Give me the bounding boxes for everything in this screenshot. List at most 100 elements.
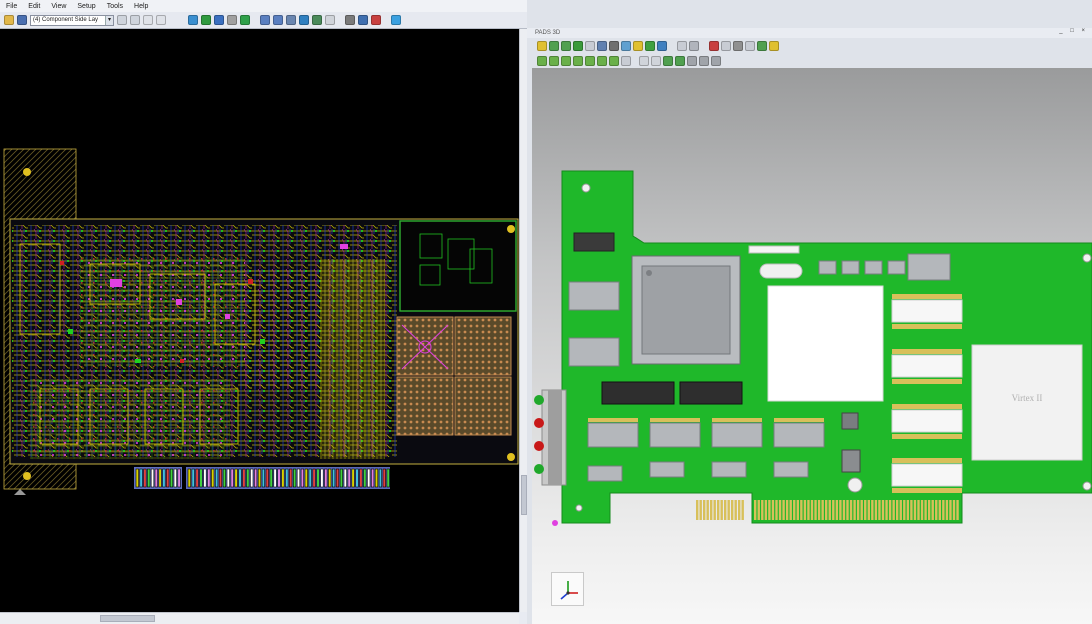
gold-finger (720, 500, 723, 520)
fit-icon[interactable] (585, 40, 595, 51)
highlight-icon[interactable] (371, 15, 381, 25)
view-front-icon[interactable] (561, 55, 571, 66)
3d-viewport[interactable]: Virtex II (532, 68, 1092, 624)
select-icon[interactable] (214, 15, 224, 25)
view-bottom-icon[interactable] (549, 55, 559, 66)
export-icon[interactable] (597, 40, 607, 51)
pcb-layout-canvas[interactable] (0, 29, 519, 612)
edge-finger-pad (218, 468, 223, 488)
view-fit-icon[interactable] (621, 55, 631, 66)
edge-finger-pad (273, 468, 277, 488)
edge-finger-pad (226, 468, 230, 488)
print-icon[interactable] (609, 40, 619, 51)
settings-icon[interactable] (299, 15, 309, 25)
refresh-icon[interactable] (240, 15, 250, 25)
view-top-icon[interactable] (537, 55, 547, 66)
undo-arrow-icon[interactable] (260, 15, 270, 25)
plane-icon[interactable] (312, 15, 322, 25)
view-back-icon[interactable] (573, 55, 583, 66)
next-icon[interactable] (561, 40, 571, 51)
measure-icon[interactable] (227, 15, 237, 25)
menu-file[interactable]: File (6, 3, 17, 10)
edge-finger-pad (169, 468, 174, 488)
view-right-icon[interactable] (597, 55, 607, 66)
gold-finger (952, 500, 956, 520)
view-iso-icon[interactable] (609, 55, 619, 66)
window-controls[interactable]: _ □ × (1059, 28, 1088, 34)
edge-finger-pad (211, 468, 215, 488)
pan-icon[interactable] (645, 40, 655, 51)
gold-finger (793, 500, 796, 520)
paste-icon[interactable] (130, 15, 140, 25)
home-icon[interactable] (537, 40, 547, 51)
gold-finger (771, 500, 775, 520)
edge-finger-pad (386, 468, 390, 488)
filter-icon[interactable] (633, 40, 643, 51)
light-icon[interactable] (733, 40, 743, 51)
gold-finger (761, 500, 764, 520)
edge-finger-pad (331, 468, 336, 488)
gold-finger (699, 500, 702, 520)
find-icon[interactable] (345, 15, 355, 25)
menu-view[interactable]: View (51, 3, 66, 10)
gold-finger (717, 500, 720, 520)
snapshot-icon[interactable] (689, 40, 699, 51)
section-icon[interactable] (721, 40, 731, 51)
edge-finger-pad (139, 468, 143, 488)
rule-icon[interactable] (325, 15, 335, 25)
menu-help[interactable]: Help (134, 3, 148, 10)
edge-finger-pad (347, 468, 351, 488)
rotate-icon[interactable] (677, 40, 687, 51)
light-bulb-icon[interactable] (769, 40, 779, 51)
undo-icon[interactable] (143, 15, 153, 25)
highlight-icon[interactable] (687, 55, 697, 66)
gold-finger (782, 500, 785, 520)
edge-finger-pad (378, 468, 383, 488)
menu-bar: File Edit View Setup Tools Help (0, 0, 527, 12)
zoom-icon[interactable] (657, 40, 667, 51)
menu-setup[interactable]: Setup (77, 3, 95, 10)
copy-icon[interactable] (117, 15, 127, 25)
settings-icon[interactable] (621, 40, 631, 51)
zoom-in-icon[interactable] (358, 15, 368, 25)
gold-finger (789, 500, 792, 520)
edge-finger-pad (234, 468, 238, 488)
app-window: File Edit View Setup Tools Help (4) Comp… (0, 0, 1092, 624)
pads-3d-window: PADS 3D _ □ × Virtex II (527, 0, 1092, 624)
horizontal-scrollbar[interactable] (0, 612, 519, 624)
edge-finger-pad (320, 468, 324, 488)
wire-icon[interactable] (651, 55, 661, 66)
menu-edit[interactable]: Edit (28, 3, 40, 10)
measure-icon[interactable] (709, 40, 719, 51)
undo-icon[interactable] (699, 55, 709, 66)
layers-icon[interactable] (188, 15, 198, 25)
axis-triad[interactable] (551, 572, 584, 606)
edge-finger-pad (363, 468, 367, 488)
open-icon[interactable] (4, 15, 14, 25)
edge-finger-pad (312, 468, 316, 488)
vertical-scrollbar[interactable] (519, 29, 527, 612)
edge-finger-pad (265, 468, 269, 488)
redo-icon[interactable] (156, 15, 166, 25)
scroll-thumb[interactable] (100, 615, 155, 622)
refresh-icon[interactable] (757, 40, 767, 51)
axis-triad-icon (560, 581, 578, 600)
grid-icon[interactable] (745, 40, 755, 51)
transparent-icon[interactable] (675, 55, 685, 66)
redo-icon[interactable] (711, 55, 721, 66)
route-icon[interactable] (201, 15, 211, 25)
save-icon[interactable] (17, 15, 27, 25)
box-icon[interactable] (639, 55, 649, 66)
3d-view-icon[interactable] (391, 15, 401, 25)
prev-icon[interactable] (549, 40, 559, 51)
redo-arrow-icon[interactable] (273, 15, 283, 25)
layer-select[interactable]: (4) Component Side Lay ▾ (30, 14, 114, 26)
gold-finger (754, 500, 757, 520)
play-icon[interactable] (573, 40, 583, 51)
solid-icon[interactable] (663, 55, 673, 66)
menu-tools[interactable]: Tools (107, 3, 123, 10)
gold-finger (913, 500, 917, 520)
gold-finger (810, 500, 814, 520)
view-left-icon[interactable] (585, 55, 595, 66)
zoom-icon[interactable] (286, 15, 296, 25)
